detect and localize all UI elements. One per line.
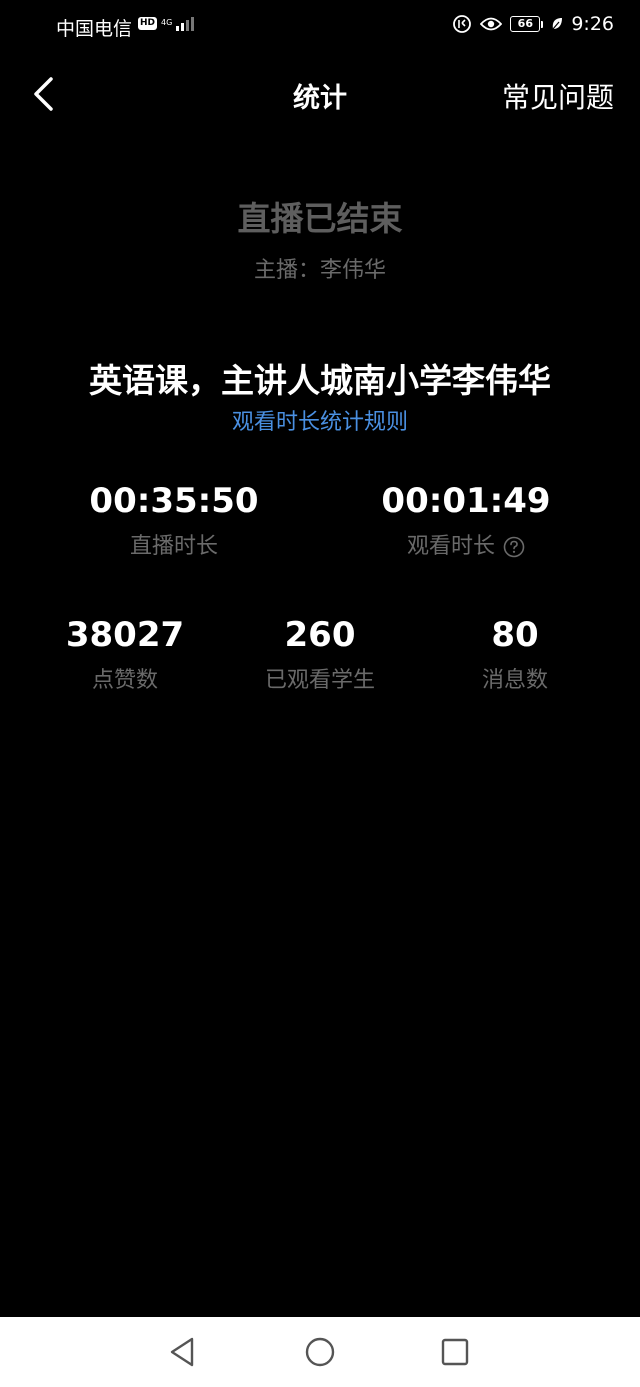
battery-icon: 66 <box>510 16 544 32</box>
nav-bar: 统计 常见问题 <box>0 62 640 126</box>
stat-likes: 38027 点赞数 <box>30 614 220 696</box>
system-nav-bar <box>0 1317 640 1387</box>
messages-value: 80 <box>491 615 539 655</box>
triangle-back-icon <box>170 1337 194 1367</box>
clock: 9:26 <box>571 13 614 35</box>
system-recents-button[interactable] <box>438 1335 472 1369</box>
carrier-name: 中国电信 <box>56 18 133 40</box>
watch-duration-value: 00:01:49 <box>381 481 551 521</box>
status-right-icons: 66 9:26 <box>452 13 614 35</box>
likes-value: 38027 <box>65 615 185 655</box>
network-type: 4G <box>161 18 173 27</box>
data-saver-icon <box>452 14 472 34</box>
stat-viewers: 260 已观看学生 <box>225 614 415 696</box>
stat-live-duration: 00:35:50 直播时长 <box>74 480 274 562</box>
faq-button[interactable]: 常见问题 <box>502 76 614 116</box>
stat-watch-duration: 00:01:49 观看时长 <box>366 480 566 562</box>
eye-comfort-icon <box>480 16 503 32</box>
signal-icon <box>176 15 195 31</box>
network-indicators: HD 4G <box>138 15 195 31</box>
hd-badge: HD <box>138 16 158 30</box>
stat-messages: 80 消息数 <box>420 614 610 696</box>
viewers-value: 260 <box>284 615 356 655</box>
host-name: 主播：李伟华 <box>253 258 386 283</box>
live-ended-title: 直播已结束 <box>237 199 403 238</box>
square-recents-icon <box>441 1338 469 1366</box>
live-duration-label: 直播时长 <box>129 534 218 559</box>
watch-duration-label: 观看时长 <box>406 534 495 559</box>
system-home-button[interactable] <box>303 1335 337 1369</box>
help-icon[interactable] <box>503 536 525 558</box>
live-duration-value: 00:35:50 <box>89 481 259 521</box>
messages-label: 消息数 <box>481 668 548 693</box>
viewers-label: 已观看学生 <box>264 668 375 693</box>
system-back-button[interactable] <box>166 1335 200 1369</box>
likes-label: 点赞数 <box>91 668 158 693</box>
course-title: 英语课，主讲人城南小学李伟华 <box>89 361 551 400</box>
status-bar: 中国电信 HD 4G 66 9:26 <box>0 0 640 52</box>
watch-duration-rules-link[interactable]: 观看时长统计规则 <box>0 404 640 436</box>
power-saving-leaf-icon <box>551 17 563 31</box>
circle-home-icon <box>305 1337 335 1367</box>
battery-level: 66 <box>510 16 541 32</box>
